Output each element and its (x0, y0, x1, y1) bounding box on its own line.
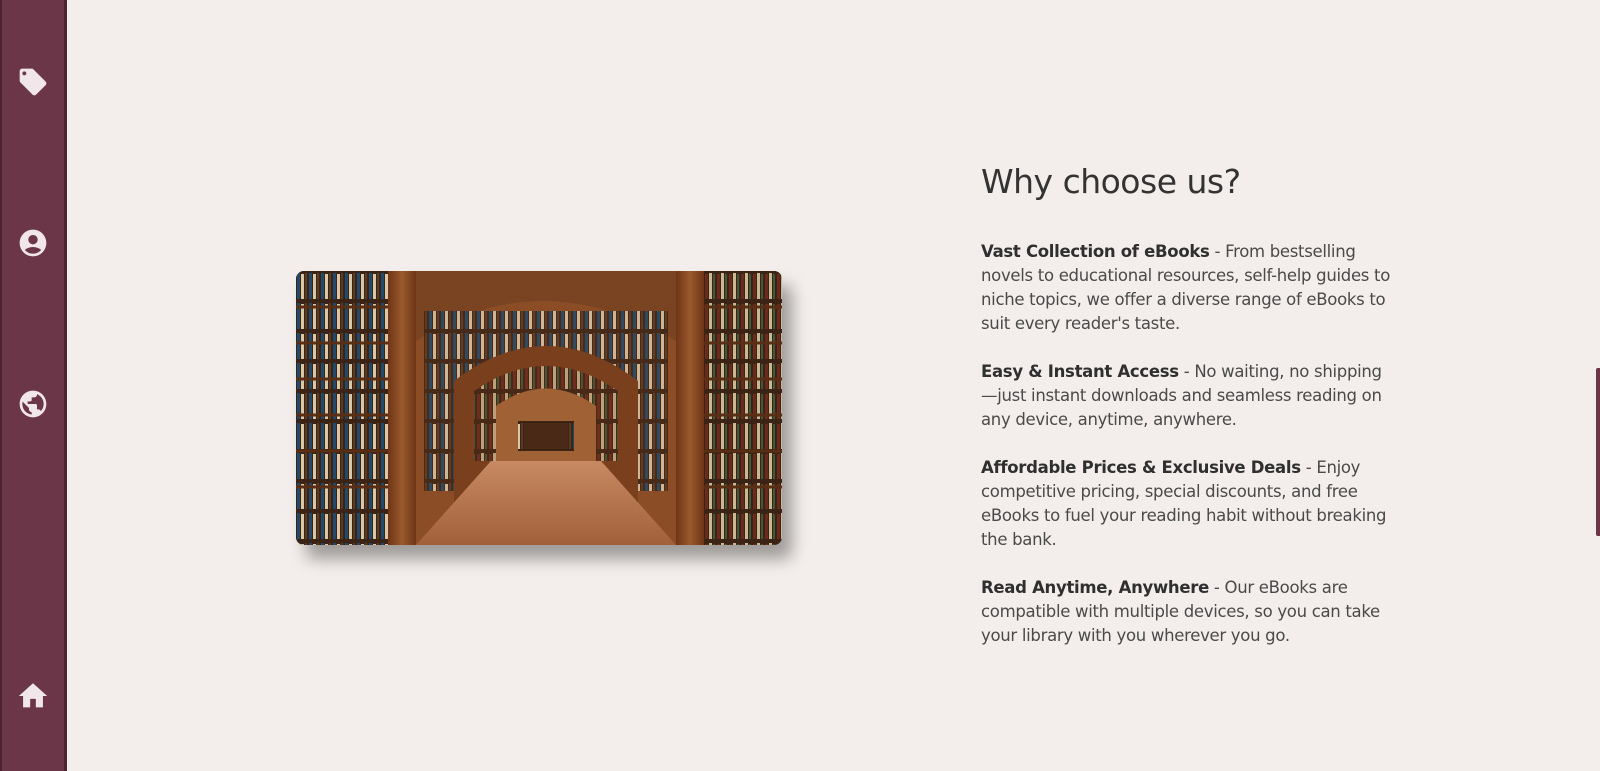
library-image (296, 271, 782, 545)
globe-icon[interactable] (16, 387, 50, 421)
scrollbar-thumb[interactable] (1596, 368, 1600, 536)
feature-item: Vast Collection of eBooks - From bestsel… (981, 240, 1393, 336)
section-heading: Why choose us? (981, 162, 1241, 201)
feature-item: Easy & Instant Access - No waiting, no s… (981, 360, 1393, 432)
feature-item: Affordable Prices & Exclusive Deals - En… (981, 456, 1393, 552)
why-choose-us-section: Why choose us? Vast Collection of eBooks… (981, 160, 1393, 672)
feature-title: Read Anytime, Anywhere (981, 578, 1209, 597)
sidebar (0, 0, 67, 771)
tag-icon[interactable] (16, 65, 50, 99)
feature-title: Affordable Prices & Exclusive Deals (981, 458, 1301, 477)
feature-title: Vast Collection of eBooks (981, 242, 1210, 261)
user-icon[interactable] (16, 226, 50, 260)
feature-title: Easy & Instant Access (981, 362, 1179, 381)
home-icon[interactable] (16, 679, 50, 713)
feature-item: Read Anytime, Anywhere - Our eBooks are … (981, 576, 1393, 648)
